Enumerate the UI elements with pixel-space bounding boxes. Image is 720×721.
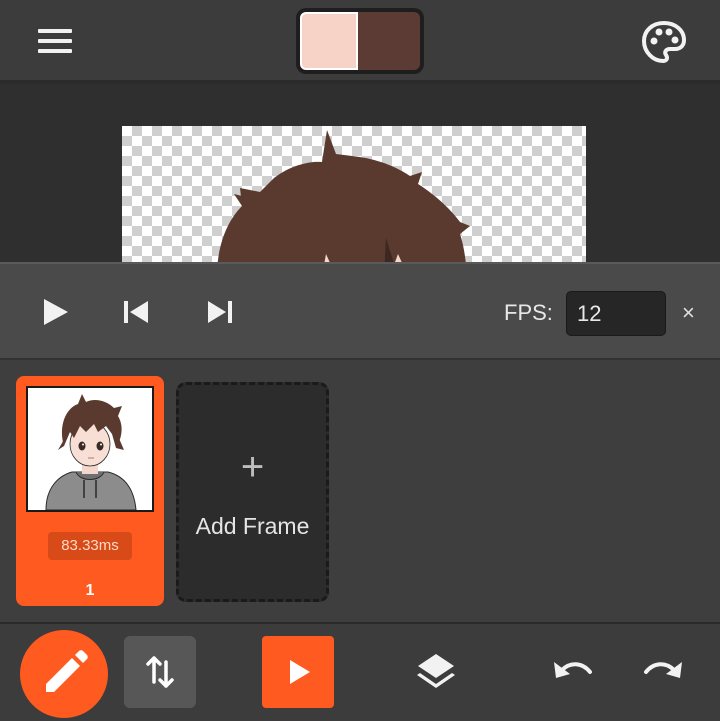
palette-icon[interactable] xyxy=(640,20,688,64)
frame-number: 1 xyxy=(85,582,95,599)
close-playback-button[interactable]: × xyxy=(682,300,695,326)
frames-strip: 83.33ms 1 + Add Frame xyxy=(0,360,720,622)
secondary-color[interactable] xyxy=(358,12,420,70)
pencil-tool-button[interactable] xyxy=(20,630,108,718)
fps-label: FPS: xyxy=(504,300,553,325)
canvas-area[interactable] xyxy=(0,84,720,262)
swap-vertical-icon xyxy=(146,656,174,688)
layers-icon[interactable] xyxy=(410,646,462,698)
play-animation-button[interactable] xyxy=(262,636,334,708)
add-frame-button[interactable]: + Add Frame xyxy=(176,382,329,602)
frame-duration: 83.33ms xyxy=(48,532,132,560)
top-bar xyxy=(0,0,720,82)
plus-icon: + xyxy=(240,445,265,489)
play-icon xyxy=(290,660,310,684)
frame-thumbnail xyxy=(26,386,154,512)
hamburger-menu-icon[interactable] xyxy=(36,26,76,58)
undo-icon[interactable] xyxy=(548,652,596,692)
add-frame-label: Add Frame xyxy=(195,513,310,539)
fps-input[interactable] xyxy=(566,291,666,336)
pencil-icon xyxy=(46,650,88,692)
character-thumbnail-drawing xyxy=(45,394,137,510)
redo-icon[interactable] xyxy=(640,652,688,692)
skip-next-icon[interactable] xyxy=(200,294,240,330)
frame-card[interactable]: 83.33ms 1 xyxy=(16,376,164,606)
color-swatch[interactable] xyxy=(296,8,424,74)
drawing-canvas[interactable] xyxy=(122,126,586,262)
playback-bar: FPS: × xyxy=(0,262,720,360)
bottom-toolbar xyxy=(0,622,720,721)
character-hair-drawing xyxy=(217,130,470,262)
primary-color[interactable] xyxy=(300,12,358,70)
play-icon[interactable] xyxy=(36,294,76,330)
skip-previous-icon[interactable] xyxy=(116,294,156,330)
swap-button[interactable] xyxy=(124,636,196,708)
